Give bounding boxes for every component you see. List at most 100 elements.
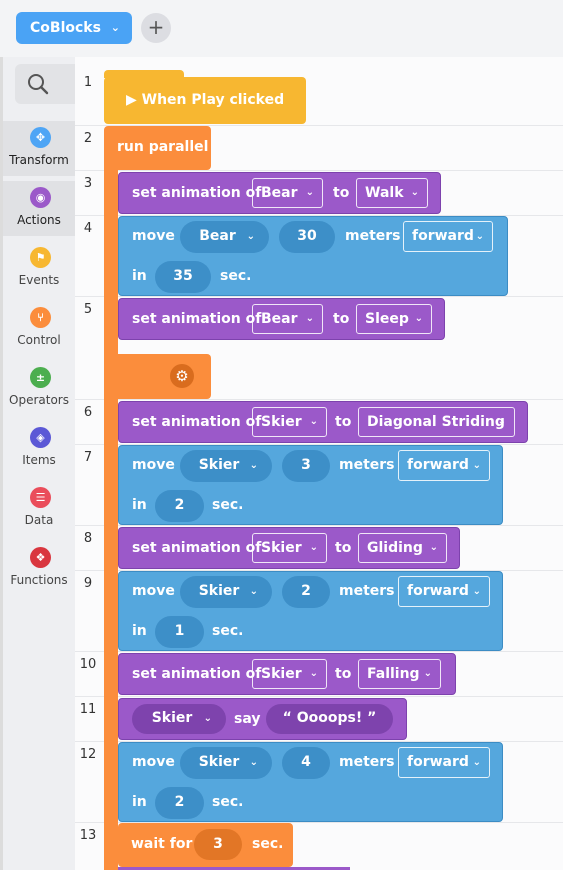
in-label: in	[132, 497, 147, 513]
animation-dropdown[interactable]: Diagonal Striding ⌄	[358, 407, 515, 437]
chevron-down-icon: ⌄	[309, 542, 318, 553]
in-label: in	[132, 623, 147, 639]
move-label: move	[132, 457, 175, 473]
plus-percent-icon: ±	[30, 367, 51, 388]
object-dropdown[interactable]: Bear ⌄	[252, 304, 323, 334]
move-block[interactable]: move Skier ⌄ 3 meters forward ⌄ in 2 sec.	[118, 445, 503, 525]
category-actions[interactable]: ◉ Actions	[3, 181, 75, 236]
row-divider	[75, 296, 563, 297]
gear-icon[interactable]: ⚙	[170, 364, 194, 388]
category-label: Functions	[10, 573, 68, 587]
distance-input[interactable]: 30	[279, 221, 335, 253]
meters-label: meters	[345, 228, 401, 244]
set-animation-block[interactable]: set animation of Skier ⌄ to Falling ⌄	[118, 653, 456, 695]
animation-dropdown[interactable]: Sleep ⌄	[356, 304, 432, 334]
cube-icon: ◈	[30, 427, 51, 448]
set-animation-block[interactable]: set animation of Skier ⌄ to Gliding ⌄	[118, 527, 460, 569]
chevron-down-icon: ⌄	[414, 313, 423, 324]
time-input[interactable]: 35	[155, 261, 211, 293]
category-operators[interactable]: ± Operators	[3, 361, 75, 416]
sec-label: sec.	[212, 794, 244, 810]
set-animation-block[interactable]: set animation of Bear ⌄ to Sleep ⌄	[118, 298, 445, 340]
animation-value: Sleep	[365, 311, 409, 327]
chevron-down-icon: ⌄	[423, 668, 432, 679]
object-dropdown[interactable]: Skier ⌄	[180, 450, 272, 482]
object-value: Skier	[151, 710, 193, 726]
language-dropdown[interactable]: CoBlocks ⌄	[16, 12, 132, 44]
category-data[interactable]: ☰ Data	[3, 481, 75, 536]
direction-dropdown[interactable]: forward ⌄	[403, 221, 493, 252]
set-animation-label: set animation of	[132, 540, 262, 556]
chevron-down-icon: ⌄	[249, 586, 258, 597]
object-dropdown[interactable]: Bear ⌄	[252, 178, 323, 208]
list-icon: ☰	[30, 487, 51, 508]
line-number: 1	[83, 75, 93, 90]
say-label: say	[234, 711, 261, 727]
speech-text-input[interactable]: “ Oooops! ”	[266, 704, 393, 734]
distance-input[interactable]: 2	[282, 576, 330, 608]
line-number: 4	[83, 221, 93, 236]
animation-dropdown[interactable]: Gliding ⌄	[358, 533, 447, 563]
run-parallel-label: run parallel	[117, 139, 209, 155]
chevron-down-icon: ⌄	[249, 460, 258, 471]
line-number: 6	[83, 405, 93, 420]
object-dropdown[interactable]: Skier ⌄	[180, 747, 272, 779]
search-icon	[28, 74, 49, 95]
object-dropdown[interactable]: Skier ⌄	[180, 576, 272, 608]
move-block[interactable]: move Skier ⌄ 4 meters forward ⌄ in 2 sec.	[118, 742, 503, 822]
object-dropdown[interactable]: Skier ⌄	[132, 704, 226, 734]
row-divider	[75, 170, 563, 171]
move-block[interactable]: move Bear ⌄ 30 meters forward ⌄ in 35 sec.	[118, 216, 508, 296]
direction-value: forward	[412, 228, 474, 244]
category-label: Control	[17, 333, 61, 347]
object-dropdown[interactable]: Bear ⌄	[180, 221, 269, 253]
category-events[interactable]: ⚑ Events	[3, 241, 75, 296]
category-transform[interactable]: ✥ Transform	[3, 121, 75, 176]
line-number: 13	[79, 828, 97, 843]
chevron-down-icon: ⌄	[309, 416, 318, 427]
category-label: Events	[18, 273, 60, 287]
run-parallel-block[interactable]: run parallel	[104, 126, 211, 170]
wait-block[interactable]: wait for 3 sec.	[118, 823, 293, 867]
wait-time-input[interactable]: 3	[194, 829, 242, 860]
say-block[interactable]: Skier ⌄ say “ Oooops! ”	[118, 698, 407, 740]
line-number: 9	[83, 576, 93, 591]
sec-label: sec.	[252, 836, 284, 852]
chevron-down-icon: ⌄	[249, 757, 258, 768]
category-items[interactable]: ◈ Items	[3, 421, 75, 476]
direction-dropdown[interactable]: forward ⌄	[398, 747, 490, 778]
when-play-clicked-block[interactable]: ▶ When Play clicked	[104, 77, 306, 124]
object-dropdown[interactable]: Skier ⌄	[252, 407, 327, 437]
distance-input[interactable]: 4	[282, 747, 330, 779]
direction-dropdown[interactable]: forward ⌄	[398, 576, 490, 607]
time-input[interactable]: 2	[155, 787, 204, 819]
direction-dropdown[interactable]: forward ⌄	[398, 450, 490, 481]
distance-input[interactable]: 3	[282, 450, 330, 482]
add-tab-button[interactable]: +	[141, 13, 171, 43]
sec-label: sec.	[220, 268, 252, 284]
time-input[interactable]: 1	[155, 616, 204, 648]
object-value: Bear	[261, 311, 298, 327]
object-value: Skier	[261, 540, 302, 556]
move-label: move	[132, 754, 175, 770]
set-animation-block[interactable]: set animation of Bear ⌄ to Walk ⌄	[118, 172, 441, 214]
object-value: Skier	[198, 583, 240, 599]
category-control[interactable]: ⑂ Control	[3, 301, 75, 356]
row-divider	[75, 651, 563, 652]
hat-tab	[104, 70, 184, 78]
move-icon: ✥	[30, 127, 51, 148]
object-dropdown[interactable]: Skier ⌄	[252, 533, 327, 563]
animation-value: Falling	[367, 666, 420, 682]
language-label: CoBlocks	[30, 20, 101, 36]
category-functions[interactable]: ❖ Functions	[3, 541, 75, 596]
direction-value: forward	[407, 754, 469, 770]
object-dropdown[interactable]: Skier ⌄	[252, 659, 327, 689]
animation-dropdown[interactable]: Walk ⌄	[356, 178, 428, 208]
animation-dropdown[interactable]: Falling ⌄	[358, 659, 441, 689]
parallel-divider[interactable]: ⚙	[104, 354, 211, 399]
set-animation-block[interactable]: set animation of Skier ⌄ to Diagonal Stri…	[118, 401, 528, 443]
time-input[interactable]: 2	[155, 490, 204, 522]
chevron-down-icon: ⌄	[472, 586, 481, 597]
move-block[interactable]: move Skier ⌄ 2 meters forward ⌄ in 1 sec.	[118, 571, 503, 651]
search-button[interactable]	[15, 64, 75, 104]
